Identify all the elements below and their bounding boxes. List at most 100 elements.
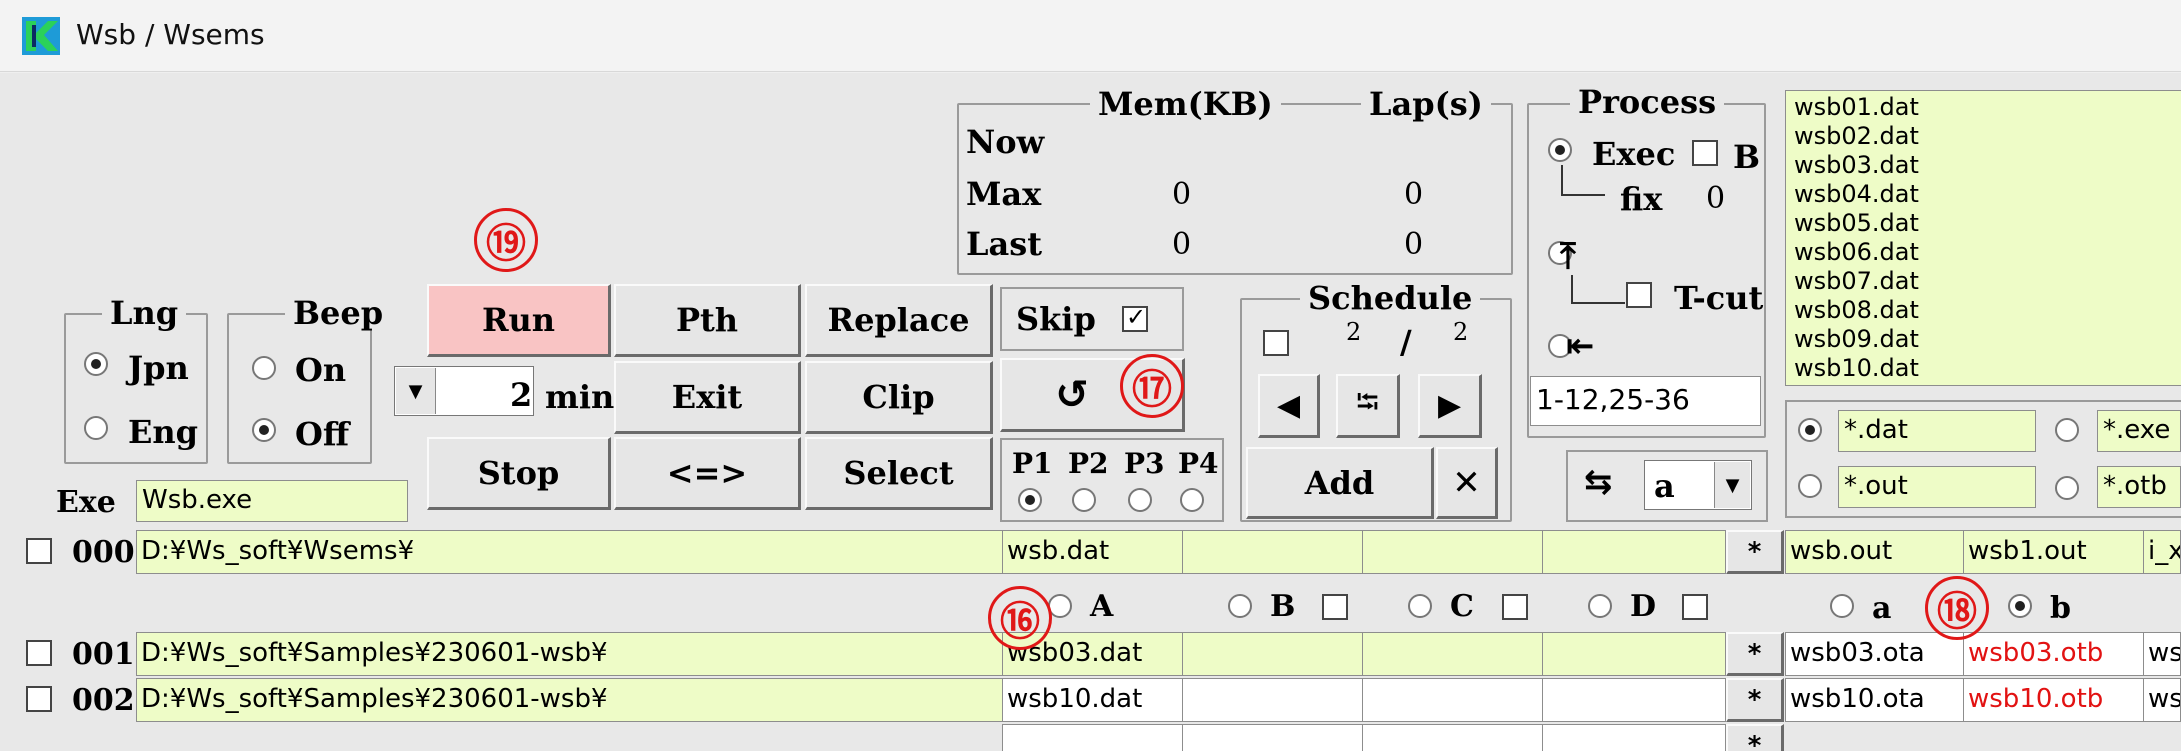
stop-button[interactable]: Stop bbox=[427, 437, 611, 510]
schedule-next-button[interactable]: ▶ bbox=[1418, 374, 1482, 438]
window-title: Wsb / Wsems bbox=[76, 18, 265, 51]
output-col-a-radio[interactable] bbox=[1830, 594, 1854, 618]
row-checkbox[interactable] bbox=[26, 538, 52, 564]
exec-radio[interactable] bbox=[1548, 138, 1572, 162]
row-star-button[interactable]: * bbox=[1726, 632, 1784, 676]
row-output-a[interactable]: wsb03.ota bbox=[1785, 632, 1965, 676]
row-star-button[interactable]: * bbox=[1726, 530, 1784, 574]
list-item[interactable]: wsb03.dat bbox=[1794, 151, 2176, 180]
priority-radio-p3[interactable] bbox=[1128, 488, 1152, 512]
select-button[interactable]: Select bbox=[805, 437, 993, 510]
skip-checkbox[interactable] bbox=[1122, 303, 1148, 332]
row-output-b[interactable]: wsb1.out bbox=[1963, 530, 2145, 574]
chevron-down-icon[interactable]: ▼ bbox=[1714, 462, 1750, 508]
filter-radio-dat[interactable] bbox=[1798, 418, 1822, 442]
pth-button[interactable]: Pth bbox=[614, 284, 801, 357]
row-input-d[interactable] bbox=[1542, 530, 1726, 574]
clip-button[interactable]: Clip bbox=[805, 361, 993, 434]
beep-title: Beep bbox=[285, 297, 392, 329]
beep-label-on: On bbox=[295, 351, 347, 389]
row-path-field[interactable]: D:¥Ws_soft¥Samples¥230601-wsb¥ bbox=[136, 632, 1004, 676]
row-output-b[interactable]: wsb10.otb bbox=[1963, 678, 2145, 722]
row-output-a[interactable]: wsb10.ota bbox=[1785, 678, 1965, 722]
row-input-c[interactable] bbox=[1362, 530, 1544, 574]
beep-radio-off[interactable] bbox=[252, 418, 276, 442]
row-path-field[interactable]: D:¥Ws_soft¥Samples¥230601-wsb¥ bbox=[136, 678, 1004, 722]
row-input-b[interactable] bbox=[1182, 678, 1364, 722]
list-item[interactable]: wsb01.dat bbox=[1794, 93, 2176, 122]
lng-radio-jpn[interactable] bbox=[84, 352, 108, 376]
list-item[interactable]: wsb10.dat bbox=[1794, 354, 2176, 383]
list-item[interactable]: wsb02.dat bbox=[1794, 122, 2176, 151]
list-item[interactable]: wsb06.dat bbox=[1794, 238, 2176, 267]
row-input-d[interactable] bbox=[1542, 724, 1726, 751]
input-col-b-radio[interactable] bbox=[1228, 594, 1252, 618]
swap-arrows-icon[interactable]: ⇆ bbox=[1584, 462, 1613, 502]
input-col-d-label: D bbox=[1630, 589, 1657, 624]
row-output-b[interactable]: wsb03.otb bbox=[1963, 632, 2145, 676]
input-col-d-radio[interactable] bbox=[1588, 594, 1612, 618]
list-item[interactable]: wsb04.dat bbox=[1794, 180, 2176, 209]
row-output-a[interactable]: wsb.out bbox=[1785, 530, 1965, 574]
row-input-d[interactable] bbox=[1542, 632, 1726, 676]
row-input-b[interactable] bbox=[1182, 632, 1364, 676]
row-input-c[interactable] bbox=[1362, 678, 1544, 722]
row-path-field[interactable]: D:¥Ws_soft¥Wsems¥ bbox=[136, 530, 1004, 574]
row-checkbox[interactable] bbox=[26, 640, 52, 666]
beep-radio-on[interactable] bbox=[252, 356, 276, 380]
filter-dat-field[interactable]: *.dat bbox=[1838, 410, 2036, 452]
input-col-b-checkbox[interactable] bbox=[1322, 594, 1348, 620]
schedule-checkbox[interactable] bbox=[1263, 330, 1289, 356]
list-item[interactable]: wsb08.dat bbox=[1794, 296, 2176, 325]
filter-radio-exe[interactable] bbox=[2055, 418, 2079, 442]
row-output-c[interactable]: ws bbox=[2143, 678, 2181, 722]
input-col-d-checkbox[interactable] bbox=[1682, 594, 1708, 620]
priority-radio-p1[interactable] bbox=[1018, 488, 1042, 512]
row-star-button[interactable]: * bbox=[1726, 724, 1784, 751]
exe-field[interactable]: Wsb.exe bbox=[136, 480, 408, 522]
max-mem-value: 0 bbox=[1172, 177, 1192, 212]
schedule-jump-button[interactable]: ⭾ bbox=[1336, 374, 1400, 438]
list-item[interactable]: wsb09.dat bbox=[1794, 325, 2176, 354]
row-input-a[interactable]: wsb10.dat bbox=[1002, 678, 1184, 722]
priority-radio-p2[interactable] bbox=[1072, 488, 1096, 512]
file-list[interactable]: wsb01.dat wsb02.dat wsb03.dat wsb04.dat … bbox=[1785, 90, 2181, 386]
filter-otb-field[interactable]: *.otb bbox=[2097, 466, 2181, 508]
input-col-c-checkbox[interactable] bbox=[1502, 594, 1528, 620]
output-col-b-radio[interactable] bbox=[2008, 594, 2032, 618]
lng-radio-eng[interactable] bbox=[84, 416, 108, 440]
run-button[interactable]: Run bbox=[427, 284, 611, 357]
filter-radio-out[interactable] bbox=[1798, 474, 1822, 498]
tcut-checkbox[interactable] bbox=[1626, 282, 1652, 308]
interval-value[interactable]: 2 bbox=[510, 379, 532, 411]
row-output-c[interactable]: i_x bbox=[2143, 530, 2181, 574]
max-label: Max bbox=[966, 175, 1042, 213]
priority-label-p4: P4 bbox=[1178, 447, 1219, 480]
row-input-a[interactable] bbox=[1002, 724, 1184, 751]
row-input-c[interactable] bbox=[1362, 632, 1544, 676]
swap-button[interactable]: <=> bbox=[614, 437, 801, 510]
row-input-b[interactable] bbox=[1182, 724, 1364, 751]
range-field[interactable]: 1-12,25-36 bbox=[1530, 376, 1761, 426]
row-star-button[interactable]: * bbox=[1726, 678, 1784, 722]
row-input-b[interactable] bbox=[1182, 530, 1364, 574]
list-item[interactable]: wsb07.dat bbox=[1794, 267, 2176, 296]
filter-exe-field[interactable]: *.exe bbox=[2097, 410, 2181, 452]
chevron-down-icon[interactable]: ▼ bbox=[396, 368, 436, 414]
exit-button[interactable]: Exit bbox=[614, 361, 801, 434]
filter-radio-otb[interactable] bbox=[2055, 476, 2079, 500]
row-input-d[interactable] bbox=[1542, 678, 1726, 722]
row-output-c[interactable]: ws bbox=[2143, 632, 2181, 676]
add-button[interactable]: Add bbox=[1246, 447, 1434, 519]
input-col-c-radio[interactable] bbox=[1408, 594, 1432, 618]
replace-button[interactable]: Replace bbox=[805, 284, 993, 357]
list-item[interactable]: wsb05.dat bbox=[1794, 209, 2176, 238]
filter-out-field[interactable]: *.out bbox=[1838, 466, 2036, 508]
b-checkbox[interactable] bbox=[1692, 140, 1718, 166]
row-checkbox[interactable] bbox=[26, 686, 52, 712]
row-input-a[interactable]: wsb.dat bbox=[1002, 530, 1184, 574]
priority-radio-p4[interactable] bbox=[1180, 488, 1204, 512]
delete-button[interactable]: ✕ bbox=[1436, 447, 1498, 519]
row-input-c[interactable] bbox=[1362, 724, 1544, 751]
schedule-prev-button[interactable]: ◀ bbox=[1258, 374, 1320, 438]
